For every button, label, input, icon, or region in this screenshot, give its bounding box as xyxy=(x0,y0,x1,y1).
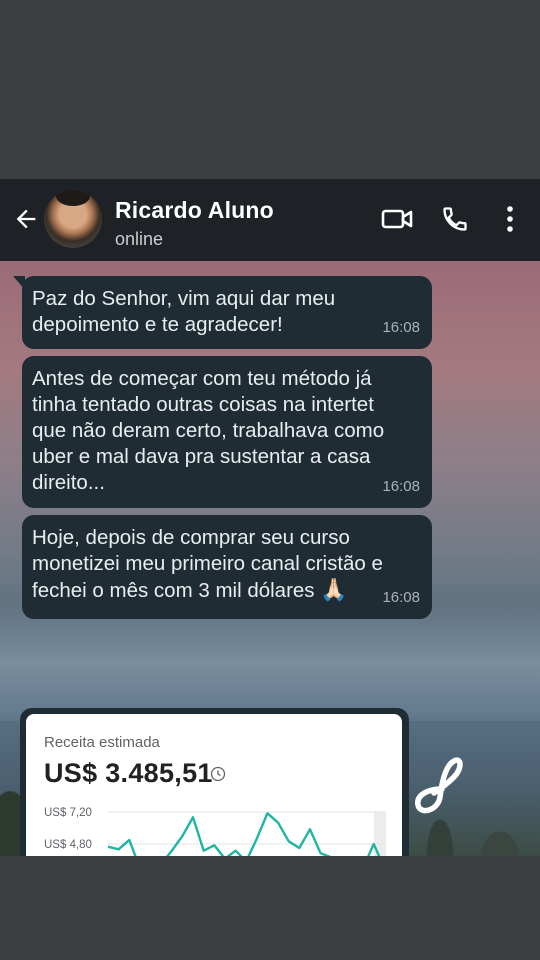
revenue-card: Receita estimada US$ 3.485,51 US$ 7,20 US… xyxy=(26,714,402,856)
background-fog xyxy=(0,601,540,721)
revenue-label: Receita estimada xyxy=(44,734,160,751)
message-time: 16:08 xyxy=(382,589,420,606)
revenue-series-line xyxy=(107,812,381,856)
y-tick-label: US$ 4,80 xyxy=(44,839,92,851)
script-f-logo-icon xyxy=(415,757,463,814)
message-bubble[interactable]: Hoje, depois de comprar seu curso moneti… xyxy=(22,515,432,619)
message-time: 16:08 xyxy=(382,319,420,336)
chat-screen: Ricardo Aluno online Paz do Senhor, vim … xyxy=(0,179,540,856)
message-bubble[interactable]: Paz do Senhor, vim aqui dar meu depoimen… xyxy=(13,276,432,349)
praying-hands-emoji: 🙏🏻 xyxy=(320,577,348,602)
contact-status: online xyxy=(115,229,164,249)
revenue-amount: US$ 3.485,51 xyxy=(44,758,213,788)
clock-icon xyxy=(210,766,226,782)
revenue-chart: US$ 7,20US$ 4,80US$ 2,40US$ 0 xyxy=(44,807,386,856)
video-call-icon[interactable] xyxy=(380,204,414,234)
bubble-tail xyxy=(13,276,25,290)
contact-name[interactable]: Ricardo Aluno xyxy=(115,197,274,224)
message-time: 16:08 xyxy=(382,478,420,495)
chat-area: Paz do Senhor, vim aqui dar meu depoimen… xyxy=(0,261,540,856)
message-text: Paz do Senhor, vim aqui dar meu depoimen… xyxy=(32,287,336,336)
avatar[interactable] xyxy=(44,190,102,248)
message-text: Antes de começar com teu método já tinha… xyxy=(32,367,385,494)
image-message[interactable]: Receita estimada US$ 3.485,51 US$ 7,20 US… xyxy=(20,708,409,856)
y-tick-label: US$ 7,20 xyxy=(44,807,92,819)
back-arrow-icon[interactable] xyxy=(12,205,40,233)
more-vert-icon[interactable] xyxy=(500,204,520,234)
chat-header: Ricardo Aluno online xyxy=(0,179,540,261)
message-bubble[interactable]: Antes de começar com teu método já tinha… xyxy=(22,356,432,508)
voice-call-icon[interactable] xyxy=(441,204,469,234)
